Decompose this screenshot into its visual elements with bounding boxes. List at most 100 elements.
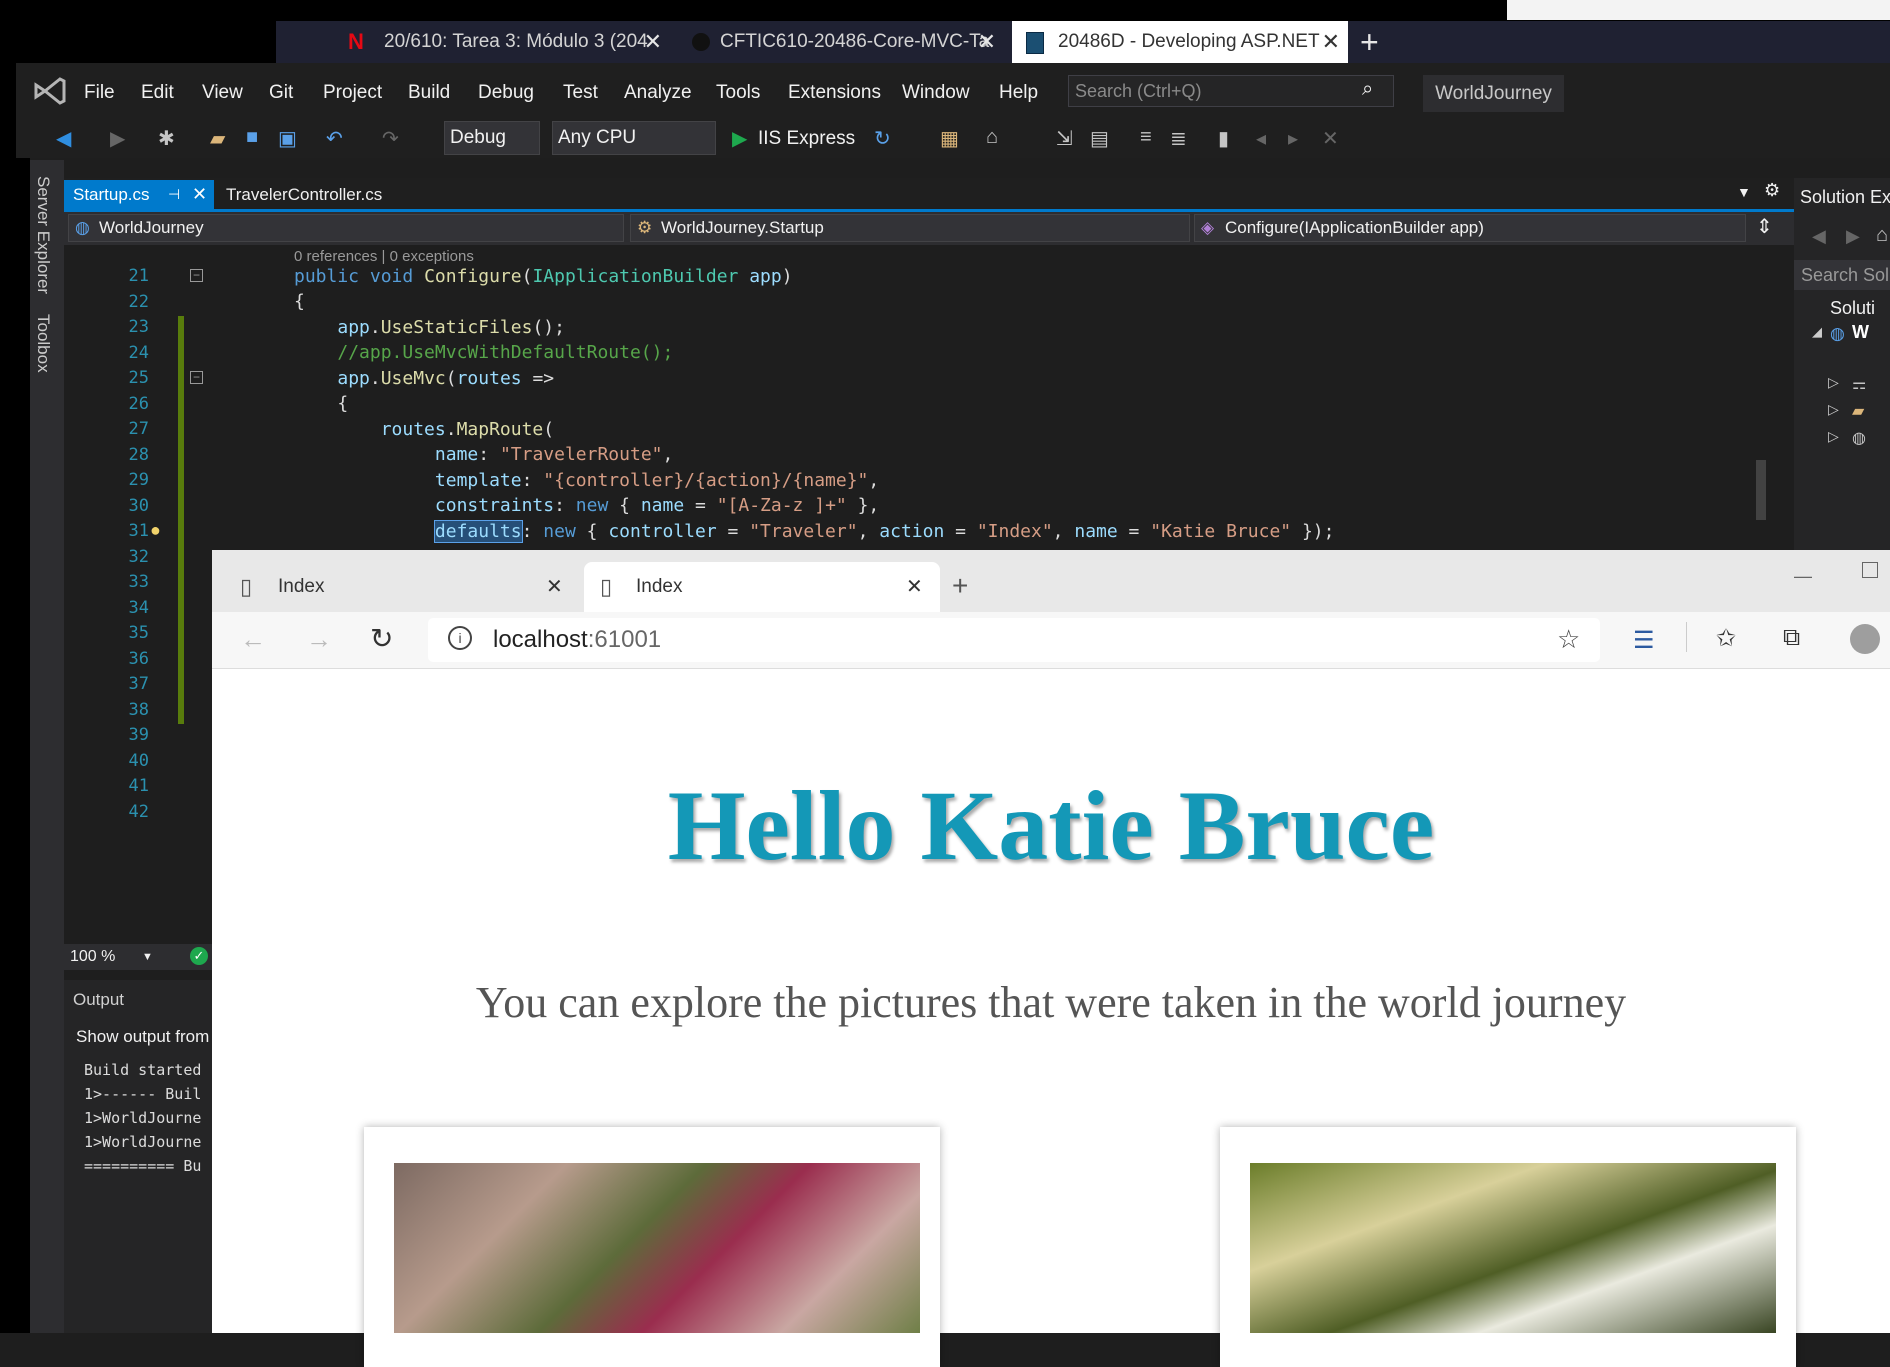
menu-git[interactable]: Git <box>269 82 293 104</box>
globe-icon: ◍ <box>1830 324 1845 343</box>
home-icon[interactable]: ⌂ <box>1876 224 1888 247</box>
os-tab-1[interactable]: N 20/610: Tarea 3: Módulo 3 (204 ✕ <box>346 21 662 63</box>
redo-icon[interactable]: ↷ <box>382 126 399 151</box>
forward-icon[interactable]: → <box>306 624 332 655</box>
menu-build[interactable]: Build <box>408 82 450 104</box>
prev-bookmark-icon[interactable]: ◂ <box>1256 126 1266 151</box>
project-dropdown[interactable]: ◍ WorldJourney <box>68 214 624 242</box>
back-icon[interactable]: ← <box>240 624 266 655</box>
undo-icon[interactable]: ↶ <box>326 126 343 151</box>
new-tab-button[interactable]: + <box>952 570 968 602</box>
home-icon[interactable]: ⌂ <box>986 126 998 149</box>
refresh-icon[interactable]: ↻ <box>874 126 891 151</box>
close-icon[interactable]: ✕ <box>978 21 996 63</box>
zoom-select[interactable]: 100 % ▼ ✓ <box>64 944 212 970</box>
menu-help[interactable]: Help <box>999 82 1038 104</box>
close-icon[interactable]: ✕ <box>906 562 923 612</box>
os-tab-2[interactable]: CFTIC610-20486-Core-MVC-Ta ✕ <box>690 21 996 63</box>
forward-icon[interactable]: ▶ <box>1846 226 1860 247</box>
clear-bookmarks-icon[interactable]: ✕ <box>1322 126 1339 151</box>
menu-extensions[interactable]: Extensions <box>788 82 881 104</box>
collapse-icon[interactable]: − <box>190 269 203 282</box>
close-icon[interactable]: ✕ <box>644 21 662 63</box>
outdent-icon[interactable]: ≣ <box>1170 126 1187 151</box>
solution-root-node[interactable]: Soluti <box>1830 298 1875 319</box>
split-icon[interactable]: ⇕ <box>1756 214 1773 239</box>
minimize-icon[interactable]: — <box>1794 566 1812 587</box>
forward-icon[interactable]: ▶ <box>110 126 125 151</box>
favorites-icon[interactable]: ✩ <box>1716 624 1736 653</box>
favorite-star-icon[interactable]: ☆ <box>1557 624 1580 655</box>
browser-tab-2[interactable]: ▯ Index ✕ <box>584 562 940 612</box>
step-into-icon[interactable]: ⇲ <box>1056 126 1073 151</box>
class-icon: ⚙ <box>637 218 653 237</box>
open-folder-icon[interactable]: ▰ <box>210 126 225 151</box>
menu-project[interactable]: Project <box>323 82 382 104</box>
codelens[interactable]: 0 references | 0 exceptions <box>294 248 474 265</box>
tab-label: Startup.cs <box>73 185 150 204</box>
menu-window[interactable]: Window <box>902 82 970 104</box>
menu-view[interactable]: View <box>202 82 243 104</box>
expand-icon[interactable]: ▷ <box>1828 374 1839 391</box>
no-issues-icon[interactable]: ✓ <box>190 947 208 965</box>
new-project-icon[interactable]: ✱ <box>158 126 175 151</box>
project-node[interactable]: W <box>1852 322 1869 343</box>
config-select[interactable]: Debug <box>444 121 540 155</box>
menu-test[interactable]: Test <box>563 82 598 104</box>
new-tab-button[interactable]: + <box>1360 24 1379 61</box>
maximize-icon[interactable] <box>1862 562 1878 578</box>
expand-icon[interactable]: ▷ <box>1828 428 1839 445</box>
type-dropdown[interactable]: ⚙ WorldJourney.Startup <box>630 214 1190 242</box>
scroll-thumb[interactable] <box>1756 460 1766 520</box>
platform-select[interactable]: Any CPU <box>552 121 716 155</box>
play-icon[interactable]: ▶ <box>732 126 747 151</box>
member-dropdown[interactable]: ◈ Configure(IApplicationBuilder app) <box>1194 214 1746 242</box>
close-icon[interactable]: ✕ <box>1322 21 1340 63</box>
gear-icon[interactable]: ⚙ <box>1764 180 1780 201</box>
reload-icon[interactable]: ↻ <box>370 622 393 655</box>
menu-debug[interactable]: Debug <box>478 82 534 104</box>
collections-icon[interactable]: ☰ <box>1633 626 1655 655</box>
toolbox-tab[interactable]: Toolbox <box>33 314 53 373</box>
run-target-button[interactable]: IIS Express <box>758 128 855 150</box>
output-title: Output <box>73 990 125 1009</box>
menu-analyze[interactable]: Analyze <box>624 82 692 104</box>
indent-icon[interactable]: ≡ <box>1140 126 1152 149</box>
menu-file[interactable]: File <box>84 82 115 104</box>
collapse-icon[interactable]: − <box>190 371 203 384</box>
search-icon[interactable]: ⌕ <box>1362 78 1373 101</box>
next-bookmark-icon[interactable]: ▸ <box>1288 126 1298 151</box>
save-all-icon[interactable]: ▣ <box>278 126 297 151</box>
browser-link-icon[interactable]: ▦ <box>940 126 959 151</box>
menu-tools[interactable]: Tools <box>716 82 760 104</box>
back-icon[interactable]: ◀ <box>1812 226 1826 247</box>
os-tab-3[interactable]: 20486D - Developing ASP.NET ✕ <box>1012 21 1348 63</box>
tab-dropdown-icon[interactable]: ▼ <box>1737 184 1751 200</box>
photo-berries[interactable] <box>394 1163 920 1333</box>
tab-traveler-controller[interactable]: TravelerController.cs <box>226 180 382 209</box>
menu-edit[interactable]: Edit <box>141 82 174 104</box>
layout-icon[interactable]: ▤ <box>1090 126 1109 151</box>
close-icon[interactable]: ✕ <box>192 180 207 209</box>
photo-trees[interactable] <box>1250 1163 1776 1333</box>
extensions-icon[interactable]: ⧉ <box>1783 624 1800 652</box>
back-icon[interactable]: ◀ <box>56 126 71 151</box>
vs-logo-icon <box>34 76 66 106</box>
page-icon: ▯ <box>240 574 253 599</box>
expand-icon[interactable]: ◢ <box>1812 324 1822 340</box>
code-line: constraints: new { name = "[A-Za-z ]+" }… <box>434 495 880 516</box>
browser-tab-1[interactable]: ▯ Index ✕ <box>226 562 574 612</box>
bookmark-icon[interactable]: ▮ <box>1218 126 1229 151</box>
code-line: routes.MapRoute( <box>380 419 555 440</box>
pin-icon[interactable]: ⊣ <box>168 180 180 209</box>
tab-startup-cs[interactable]: Startup.cs ⊣ ✕ <box>64 180 214 209</box>
lightbulb-icon[interactable]: ● <box>150 520 161 541</box>
avatar[interactable] <box>1850 624 1880 654</box>
editor-scrollbar[interactable] <box>1750 245 1772 545</box>
solution-search-input[interactable]: Search Solu <box>1794 260 1890 290</box>
close-icon[interactable]: ✕ <box>546 562 563 612</box>
expand-icon[interactable]: ▷ <box>1828 401 1839 418</box>
info-icon[interactable]: i <box>448 626 472 650</box>
save-icon[interactable]: ■ <box>246 126 258 149</box>
server-explorer-tab[interactable]: Server Explorer <box>33 176 53 294</box>
